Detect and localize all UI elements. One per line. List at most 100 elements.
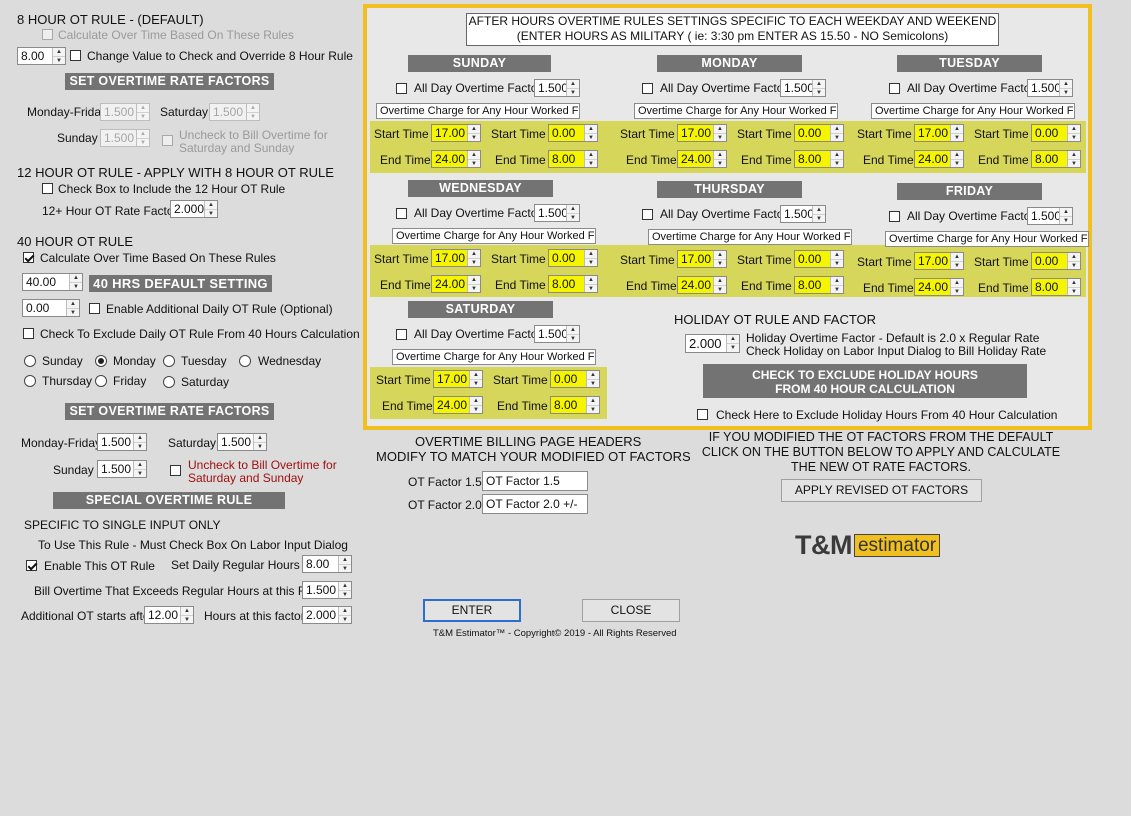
spin-down-icon[interactable]: ▼ [339, 590, 351, 599]
spin-up-icon[interactable]: ▲ [468, 276, 480, 284]
spin-down-icon[interactable]: ▼ [247, 112, 259, 121]
spin-down-icon[interactable]: ▼ [831, 259, 843, 268]
spin-up-icon[interactable]: ▲ [181, 607, 193, 615]
rate2-weekend-checkbox[interactable] [170, 465, 181, 476]
spin-up-icon[interactable]: ▲ [831, 277, 843, 285]
spin-up-icon[interactable]: ▲ [714, 125, 726, 133]
spin-up-icon[interactable]: ▲ [70, 274, 82, 282]
allday-checkbox-tuesday[interactable] [889, 83, 900, 94]
end1-wednesday[interactable]: 24.00 ▲ ▼ [431, 275, 481, 293]
start1-saturday[interactable]: 17.00 ▲ ▼ [433, 370, 483, 388]
allday-checkbox-wednesday[interactable] [396, 208, 407, 219]
spin-down-icon[interactable]: ▼ [468, 284, 480, 293]
ot8-hours-stepper[interactable]: 8.00 ▲ ▼ [17, 47, 66, 65]
spin-down-icon[interactable]: ▼ [137, 138, 149, 147]
spin-up-icon[interactable]: ▲ [813, 206, 825, 214]
spin-up-icon[interactable]: ▲ [714, 251, 726, 259]
spin-up-icon[interactable]: ▲ [205, 201, 217, 209]
allday-factor-friday[interactable]: 1.500 ▲ ▼ [1027, 207, 1073, 225]
spin-up-icon[interactable]: ▲ [585, 125, 597, 133]
spin-down-icon[interactable]: ▼ [468, 159, 480, 168]
spin-down-icon[interactable]: ▼ [831, 285, 843, 294]
spin-up-icon[interactable]: ▲ [134, 461, 146, 469]
ot12-rate-stepper[interactable]: 2.000 ▲ ▼ [170, 200, 218, 218]
rate2-sat-stepper[interactable]: 1.500 ▲ ▼ [217, 433, 267, 451]
spin-down-icon[interactable]: ▼ [1068, 261, 1080, 270]
spin-down-icon[interactable]: ▼ [714, 285, 726, 294]
spin-up-icon[interactable]: ▲ [567, 205, 579, 213]
spin-up-icon[interactable]: ▲ [1068, 151, 1080, 159]
end2-wednesday[interactable]: 8.00 ▲ ▼ [548, 275, 598, 293]
spin-up-icon[interactable]: ▲ [470, 397, 482, 405]
spin-down-icon[interactable]: ▼ [339, 564, 351, 573]
start1-friday[interactable]: 17.00 ▲ ▼ [914, 252, 964, 270]
spin-down-icon[interactable]: ▼ [567, 334, 579, 343]
spin-down-icon[interactable]: ▼ [339, 615, 351, 624]
spin-down-icon[interactable]: ▼ [813, 214, 825, 223]
spin-up-icon[interactable]: ▲ [1060, 80, 1072, 88]
billing-f20-input[interactable]: OT Factor 2.0 +/- [482, 494, 588, 514]
enter-button[interactable]: ENTER [423, 599, 521, 622]
spin-up-icon[interactable]: ▲ [813, 80, 825, 88]
spin-up-icon[interactable]: ▲ [587, 371, 599, 379]
radio-friday[interactable] [95, 375, 107, 387]
special-additional-stepper[interactable]: 12.00 ▲ ▼ [144, 606, 194, 624]
rate1-weekend-checkbox[interactable] [162, 135, 173, 146]
spin-up-icon[interactable]: ▲ [254, 434, 266, 442]
start1-sunday[interactable]: 17.00 ▲ ▼ [431, 124, 481, 142]
spin-down-icon[interactable]: ▼ [1068, 287, 1080, 296]
ot40-exclude-checkbox[interactable] [23, 328, 34, 339]
spin-up-icon[interactable]: ▲ [247, 104, 259, 112]
spin-up-icon[interactable]: ▲ [714, 151, 726, 159]
allday-factor-tuesday[interactable]: 1.500 ▲ ▼ [1027, 79, 1073, 97]
spin-down-icon[interactable]: ▼ [134, 469, 146, 478]
spin-up-icon[interactable]: ▲ [137, 104, 149, 112]
spin-up-icon[interactable]: ▲ [470, 371, 482, 379]
end1-saturday[interactable]: 24.00 ▲ ▼ [433, 396, 483, 414]
holiday-factor-stepper[interactable]: 2.000 ▲ ▼ [685, 334, 740, 353]
billing-f15-input[interactable]: OT Factor 1.5 [482, 471, 588, 491]
start2-monday[interactable]: 0.00 ▲ ▼ [794, 124, 844, 142]
spin-down-icon[interactable]: ▼ [714, 133, 726, 142]
spin-down-icon[interactable]: ▼ [137, 112, 149, 121]
start1-monday[interactable]: 17.00 ▲ ▼ [677, 124, 727, 142]
end1-monday[interactable]: 24.00 ▲ ▼ [677, 150, 727, 168]
close-button[interactable]: CLOSE [582, 599, 680, 622]
start2-sunday[interactable]: 0.00 ▲ ▼ [548, 124, 598, 142]
spin-up-icon[interactable]: ▲ [67, 300, 79, 308]
radio-saturday[interactable] [163, 376, 175, 388]
end2-tuesday[interactable]: 8.00 ▲ ▼ [1031, 150, 1081, 168]
special-exceed-stepper[interactable]: 1.500 ▲ ▼ [302, 581, 352, 599]
spin-up-icon[interactable]: ▲ [468, 250, 480, 258]
exclude-holiday-button[interactable]: CHECK TO EXCLUDE HOLIDAY HOURS FROM 40 H… [703, 364, 1027, 398]
ot40-hours-stepper[interactable]: 40.00 ▲ ▼ [22, 273, 83, 291]
spin-down-icon[interactable]: ▼ [181, 615, 193, 624]
radio-wednesday[interactable] [239, 355, 251, 367]
ot40-daily-checkbox[interactable] [89, 303, 100, 314]
spin-down-icon[interactable]: ▼ [470, 379, 482, 388]
spin-up-icon[interactable]: ▲ [714, 277, 726, 285]
spin-down-icon[interactable]: ▼ [254, 442, 266, 451]
allday-factor-thursday[interactable]: 1.500 ▲ ▼ [780, 205, 826, 223]
special-enable-checkbox[interactable] [26, 560, 37, 571]
rate2-sun-stepper[interactable]: 1.500 ▲ ▼ [97, 460, 147, 478]
spin-down-icon[interactable]: ▼ [831, 159, 843, 168]
spin-down-icon[interactable]: ▼ [587, 405, 599, 414]
allday-checkbox-thursday[interactable] [642, 209, 653, 220]
spin-down-icon[interactable]: ▼ [567, 213, 579, 222]
special-factor-stepper[interactable]: 2.000 ▲ ▼ [302, 606, 352, 624]
spin-up-icon[interactable]: ▲ [134, 434, 146, 442]
spin-down-icon[interactable]: ▼ [727, 343, 739, 352]
allday-checkbox-saturday[interactable] [396, 329, 407, 340]
start2-thursday[interactable]: 0.00 ▲ ▼ [794, 250, 844, 268]
spin-down-icon[interactable]: ▼ [951, 287, 963, 296]
spin-down-icon[interactable]: ▼ [587, 379, 599, 388]
spin-up-icon[interactable]: ▲ [1068, 125, 1080, 133]
spin-down-icon[interactable]: ▼ [70, 282, 82, 291]
start1-tuesday[interactable]: 17.00 ▲ ▼ [914, 124, 964, 142]
end2-monday[interactable]: 8.00 ▲ ▼ [794, 150, 844, 168]
spin-up-icon[interactable]: ▲ [587, 397, 599, 405]
spin-down-icon[interactable]: ▼ [567, 88, 579, 97]
allday-factor-monday[interactable]: 1.500 ▲ ▼ [780, 79, 826, 97]
end1-sunday[interactable]: 24.00 ▲ ▼ [431, 150, 481, 168]
